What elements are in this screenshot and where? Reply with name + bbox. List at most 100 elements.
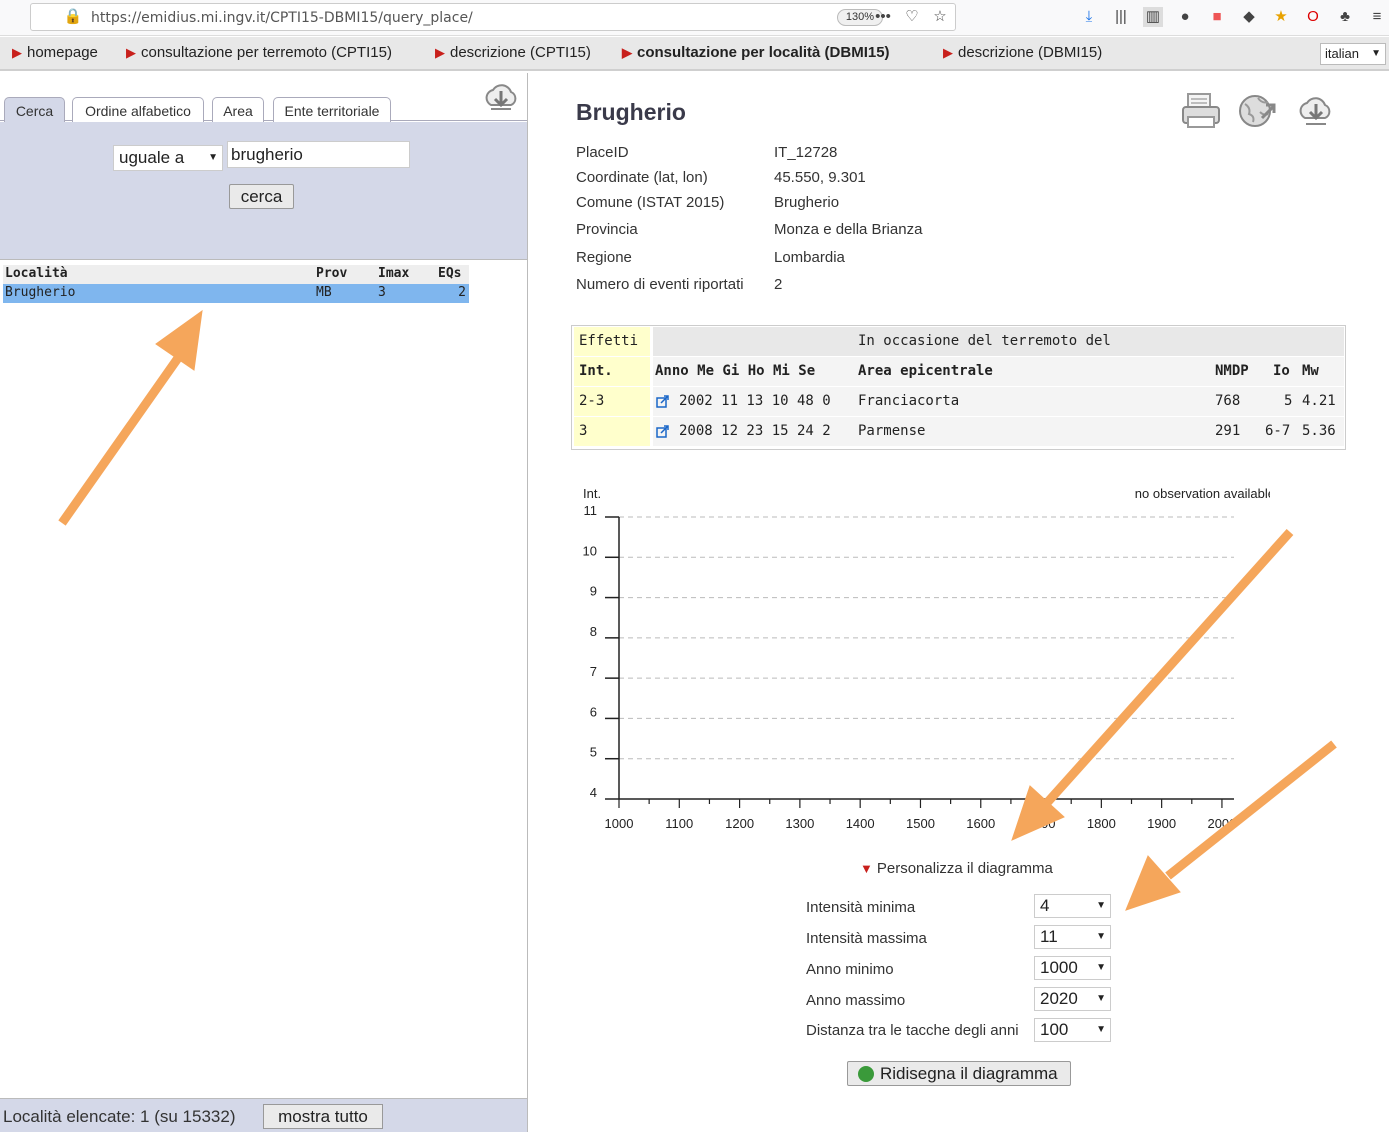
table-row[interactable]: Brugherio MB 3 2 xyxy=(3,284,469,303)
col-io[interactable]: Io xyxy=(1273,363,1290,379)
nav-homepage[interactable]: ▶ homepage xyxy=(12,44,98,61)
menu-icon[interactable]: ≡ xyxy=(1367,7,1387,27)
customize-toggle[interactable]: ▼ Personalizza il diagramma xyxy=(860,860,1053,877)
sidebar-icon[interactable]: ▥ xyxy=(1143,7,1163,27)
intensity-chart: Int. no observation available 4 5 6 7 8 9 10 11… xyxy=(583,486,1270,831)
min-year-select[interactable]: 1000 ▼ xyxy=(1034,956,1111,980)
select-value: 11 xyxy=(1040,927,1058,946)
chart-x-ticks: 1000 1100 1200 1300 1400 1500 1600 1700 1800 1900… xyxy=(605,799,1236,831)
chart-axes xyxy=(618,517,1234,800)
chevron-down-icon: ▼ xyxy=(1096,993,1106,1004)
value-num-eventi: 2 xyxy=(774,276,783,293)
download-cloud-icon[interactable] xyxy=(1295,90,1337,132)
x-tick-label: 1900 xyxy=(1147,816,1176,831)
external-link-icon[interactable] xyxy=(656,425,669,438)
x-tick-label: 1600 xyxy=(966,816,995,831)
browser-toolbar: ⛉ 🔒 https://emidius.mi.ingv.it/CPTI15-DB… xyxy=(0,0,1389,36)
extension-save-icon[interactable]: ■ xyxy=(1207,7,1227,27)
show-all-button[interactable]: mostra tutto xyxy=(263,1104,383,1129)
library-icon[interactable]: ||| xyxy=(1111,7,1131,27)
cell-eqs: 2 xyxy=(458,285,466,300)
y-tick-label: 8 xyxy=(590,624,597,639)
cell-area: Franciacorta xyxy=(858,393,960,409)
col-date[interactable]: Anno Me Gi Ho Mi Se xyxy=(655,363,815,379)
triangle-icon: ▶ xyxy=(12,45,22,60)
external-link-icon[interactable] xyxy=(656,395,669,408)
redraw-button[interactable]: Ridisegna il diagramma xyxy=(847,1061,1071,1086)
y-tick-label: 6 xyxy=(590,704,597,719)
pocket-icon[interactable]: ♡ xyxy=(902,7,922,27)
cell-nmdp: 768 xyxy=(1215,393,1241,409)
x-tick-label: 1200 xyxy=(725,816,754,831)
results-footer: Località elencate: 1 (su 15332) mostra t… xyxy=(0,1098,527,1132)
cell-nmdp: 291 xyxy=(1215,423,1241,439)
search-input[interactable]: brugherio xyxy=(227,141,410,168)
globe-export-icon[interactable] xyxy=(1236,90,1278,132)
min-intensity-select[interactable]: 4 ▼ xyxy=(1034,894,1111,918)
max-year-select[interactable]: 2020 ▼ xyxy=(1034,987,1111,1011)
y-tick-label: 11 xyxy=(584,503,598,518)
table-row: 2-3 2002 11 13 10 48 0 Franciacorta 768 … xyxy=(573,387,1344,416)
label-tick-distance: Distanza tra le tacche degli anni xyxy=(806,1022,1019,1039)
select-value: 4 xyxy=(1040,896,1050,915)
url-text: https://emidius.mi.ingv.it/CPTI15-DBMI15… xyxy=(91,10,473,26)
nav-dbmi15-description[interactable]: ▶ descrizione (DBMI15) xyxy=(943,44,1102,61)
address-bar[interactable]: 🔒 https://emidius.mi.ingv.it/CPTI15-DBMI… xyxy=(30,3,956,31)
nav-cpti15-description[interactable]: ▶ descrizione (CPTI15) xyxy=(435,44,591,61)
download-icon[interactable]: ⤓ xyxy=(1079,7,1099,27)
table-row: 3 2008 12 23 15 24 2 Parmense 291 6-7 5.… xyxy=(573,417,1344,446)
operator-value: uguale a xyxy=(119,148,185,167)
col-prov[interactable]: Prov xyxy=(316,266,347,281)
redraw-label: Ridisegna il diagramma xyxy=(880,1064,1058,1083)
chevron-down-icon: ▼ xyxy=(1096,900,1106,911)
cell-date: 2002 11 13 10 48 0 xyxy=(679,393,831,409)
tick-distance-select[interactable]: 100 ▼ xyxy=(1034,1018,1111,1042)
cell-int: 3 xyxy=(579,423,588,439)
y-tick-label: 4 xyxy=(590,785,597,800)
page-title: Brugherio xyxy=(576,99,686,125)
col-area[interactable]: Area epicentrale xyxy=(858,363,993,379)
max-intensity-select[interactable]: 11 ▼ xyxy=(1034,925,1111,949)
tab-cerca[interactable]: Cerca xyxy=(4,97,65,122)
group-event: In occasione del terremoto del xyxy=(858,333,1111,349)
customize-title: Personalizza il diagramma xyxy=(876,860,1053,877)
cell-int: 2-3 xyxy=(579,393,605,409)
lock-icon[interactable]: 🔒 xyxy=(63,7,83,27)
triangle-icon: ▶ xyxy=(622,45,632,60)
x-tick-label: 1400 xyxy=(846,816,875,831)
tab-ordine-alfabetico[interactable]: Ordine alfabetico xyxy=(72,97,204,122)
col-imax[interactable]: Imax xyxy=(378,266,409,281)
evernote-icon[interactable]: ♣ xyxy=(1335,7,1355,27)
chevron-down-icon: ▼ xyxy=(1096,931,1106,942)
extension-star-icon[interactable]: ★ xyxy=(1271,7,1291,27)
col-eqs[interactable]: EQs xyxy=(438,266,461,281)
opera-icon[interactable]: O xyxy=(1303,7,1323,27)
nav-label: descrizione (CPTI15) xyxy=(450,44,591,61)
results-table: Località Prov Imax EQs Brugherio MB 3 2 xyxy=(3,265,469,303)
account-icon[interactable]: ● xyxy=(1175,7,1195,27)
tab-area[interactable]: Area xyxy=(212,97,264,122)
language-select[interactable]: italian ▼ xyxy=(1320,43,1386,65)
search-button[interactable]: cerca xyxy=(229,184,294,209)
col-nmdp[interactable]: NMDP xyxy=(1215,363,1249,379)
col-mw[interactable]: Mw xyxy=(1302,363,1319,379)
bookmark-star-icon[interactable]: ☆ xyxy=(930,7,950,27)
cell-io: 6-7 xyxy=(1265,423,1291,439)
nav-cpti15-query[interactable]: ▶ consultazione per terremoto (CPTI15) xyxy=(126,44,392,61)
value-coordinates: 45.550, 9.301 xyxy=(774,169,866,186)
download-cloud-icon[interactable] xyxy=(481,77,521,117)
more-actions-icon[interactable]: ••• xyxy=(873,7,893,27)
tab-ente-territoriale[interactable]: Ente territoriale xyxy=(273,97,391,122)
triangle-icon: ▶ xyxy=(943,45,953,60)
col-int[interactable]: Int. xyxy=(579,363,613,379)
cell-io: 5 xyxy=(1284,393,1293,409)
extension-fish-icon[interactable]: ◆ xyxy=(1239,7,1259,27)
nav-dbmi15-query[interactable]: ▶ consultazione per località (DBMI15) xyxy=(622,44,890,61)
value-regione: Lombardia xyxy=(774,249,845,266)
operator-select[interactable]: uguale a ▼ xyxy=(113,145,223,171)
table-header: Int. Anno Me Gi Ho Mi Se Area epicentral… xyxy=(573,357,1344,386)
print-icon[interactable] xyxy=(1180,90,1222,132)
chart-y-ticks: 4 5 6 7 8 9 10 11 xyxy=(583,503,619,800)
x-tick-label: 1300 xyxy=(785,816,814,831)
col-localita[interactable]: Località xyxy=(5,266,68,281)
